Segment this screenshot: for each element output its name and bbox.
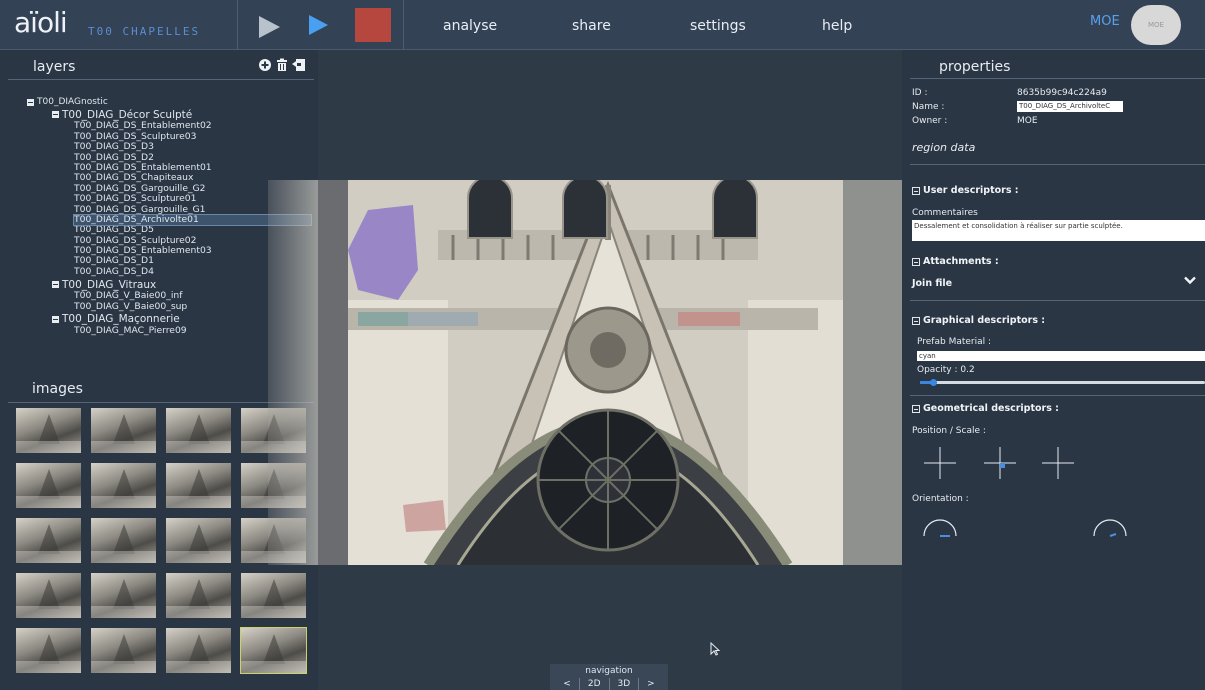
owner-label: Owner : xyxy=(912,116,948,126)
name-label: Name : xyxy=(912,102,945,112)
tree-group-label: T00_DIAG_Vitraux xyxy=(62,278,157,291)
image-thumbnail[interactable] xyxy=(166,408,231,453)
image-thumbnail[interactable] xyxy=(166,628,231,673)
user-name[interactable]: MOE xyxy=(1090,14,1120,29)
chevron-down-icon[interactable] xyxy=(1184,276,1196,285)
image-thumbnail[interactable] xyxy=(91,518,156,563)
menu-share[interactable]: share xyxy=(572,18,611,34)
layer-actions xyxy=(258,58,306,72)
images-title: images xyxy=(32,381,83,397)
layers-title: layers xyxy=(33,59,76,75)
image-thumbnail[interactable] xyxy=(91,573,156,618)
collapse-icon[interactable] xyxy=(52,281,59,289)
position-scale-label: Position / Scale : xyxy=(912,426,986,436)
collapse-icon[interactable] xyxy=(27,98,34,106)
collapse-icon[interactable] xyxy=(912,186,920,195)
avatar[interactable]: MOE xyxy=(1131,5,1181,45)
image-thumbnail[interactable] xyxy=(16,573,81,618)
scale-axis-widget[interactable] xyxy=(1038,443,1078,483)
app-logo: aïoli xyxy=(14,6,68,39)
comment-textarea[interactable]: Dessalement et consolidation à réaliser … xyxy=(912,220,1205,241)
import-icon[interactable] xyxy=(292,58,306,72)
nav-prev-button[interactable]: < xyxy=(555,678,580,690)
layer-item[interactable]: T00_DIAG_DS_D3 xyxy=(74,141,312,152)
orientation-label: Orientation : xyxy=(912,494,969,504)
image-thumbnail[interactable] xyxy=(91,463,156,508)
nav-2d-button[interactable]: 2D xyxy=(580,678,610,690)
trash-icon[interactable] xyxy=(275,58,289,72)
menu-settings[interactable]: settings xyxy=(690,18,746,34)
attachments-header[interactable]: Attachments : xyxy=(912,256,999,267)
opacity-label: Opacity : 0.2 xyxy=(917,365,975,375)
properties-title: properties xyxy=(939,59,1011,75)
divider xyxy=(910,78,1205,79)
tree-root[interactable]: T00_DIAGnostic xyxy=(27,97,312,107)
app-window: aïoli T00 CHAPELLES analyse share settin… xyxy=(0,0,1205,690)
navigation-label: navigation xyxy=(585,666,633,676)
opacity-slider-handle[interactable] xyxy=(929,379,937,386)
navigation-buttons: < 2D 3D > xyxy=(550,678,668,690)
navigation-bar: navigation < 2D 3D > xyxy=(550,664,668,690)
divider xyxy=(910,395,1205,396)
divider xyxy=(910,300,1205,301)
top-bar: aïoli T00 CHAPELLES analyse share settin… xyxy=(0,0,1205,50)
image-thumbnail[interactable] xyxy=(16,628,81,673)
divider xyxy=(910,164,1205,165)
add-icon[interactable] xyxy=(258,58,272,72)
id-value: 8635b99c94c224a9 xyxy=(1017,88,1107,98)
join-file-label[interactable]: Join file xyxy=(912,278,952,289)
nav-next-button[interactable]: > xyxy=(639,678,663,690)
image-thumbnail[interactable] xyxy=(241,573,306,618)
project-name[interactable]: T00 CHAPELLES xyxy=(88,25,200,38)
collapse-icon[interactable] xyxy=(52,316,59,324)
image-thumbnail[interactable] xyxy=(91,628,156,673)
collapse-icon[interactable] xyxy=(912,316,920,325)
id-label: ID : xyxy=(912,88,928,98)
photo-view[interactable] xyxy=(318,180,902,565)
opacity-slider[interactable] xyxy=(920,379,1205,386)
image-thumbnail[interactable] xyxy=(240,627,307,674)
position-axis-widget[interactable] xyxy=(920,443,960,483)
divider xyxy=(8,79,314,80)
collapse-icon[interactable] xyxy=(912,257,920,266)
collapse-icon[interactable] xyxy=(52,111,59,119)
select-tool-icon[interactable] xyxy=(256,14,282,40)
name-field[interactable]: T00_DIAG_DS_ArchivolteC xyxy=(1017,101,1123,112)
tree-group-label: T00_DIAG_Maçonnerie xyxy=(62,313,180,326)
play-tool-icon[interactable] xyxy=(306,12,330,38)
nav-3d-button[interactable]: 3D xyxy=(610,678,640,690)
toolbar-separator xyxy=(237,0,238,50)
graphical-descriptors-header[interactable]: Graphical descriptors : xyxy=(912,315,1045,326)
tree-group-label: T00_DIAG_Décor Sculpté xyxy=(62,108,193,121)
rotation-axis-widget[interactable] xyxy=(980,443,1020,483)
3d-viewport[interactable]: navigation < 2D 3D > xyxy=(318,50,902,690)
mouse-cursor-icon xyxy=(710,642,720,656)
region-data-label: region data xyxy=(912,141,976,154)
orientation-dial-icon[interactable] xyxy=(1090,510,1130,540)
user-descriptors-header[interactable]: User descriptors : xyxy=(912,185,1019,196)
menu-help[interactable]: help xyxy=(822,18,852,34)
image-thumbnail[interactable] xyxy=(16,408,81,453)
toolbar-separator xyxy=(403,0,404,50)
stop-tool-button[interactable] xyxy=(355,8,391,42)
prefab-material-label: Prefab Material : xyxy=(917,337,992,347)
prefab-material-select[interactable]: cyan xyxy=(917,351,1205,361)
owner-value: MOE xyxy=(1017,116,1038,126)
image-thumbnail[interactable] xyxy=(91,408,156,453)
image-thumbnail-grid xyxy=(16,408,308,674)
image-thumbnail[interactable] xyxy=(166,573,231,618)
image-thumbnail[interactable] xyxy=(16,518,81,563)
tree-root-label: T00_DIAGnostic xyxy=(37,97,108,107)
orientation-dial-icon[interactable] xyxy=(920,510,960,540)
image-thumbnail[interactable] xyxy=(16,463,81,508)
image-thumbnail[interactable] xyxy=(166,463,231,508)
menu-analyse[interactable]: analyse xyxy=(443,18,497,34)
collapse-icon[interactable] xyxy=(912,404,920,413)
comment-label: Commentaires xyxy=(912,208,978,218)
photo-edge-left xyxy=(268,180,318,565)
properties-panel: properties ID : 8635b99c94c224a9 Name : … xyxy=(902,50,1205,690)
image-thumbnail[interactable] xyxy=(166,518,231,563)
geometrical-descriptors-header[interactable]: Geometrical descriptors : xyxy=(912,403,1059,414)
